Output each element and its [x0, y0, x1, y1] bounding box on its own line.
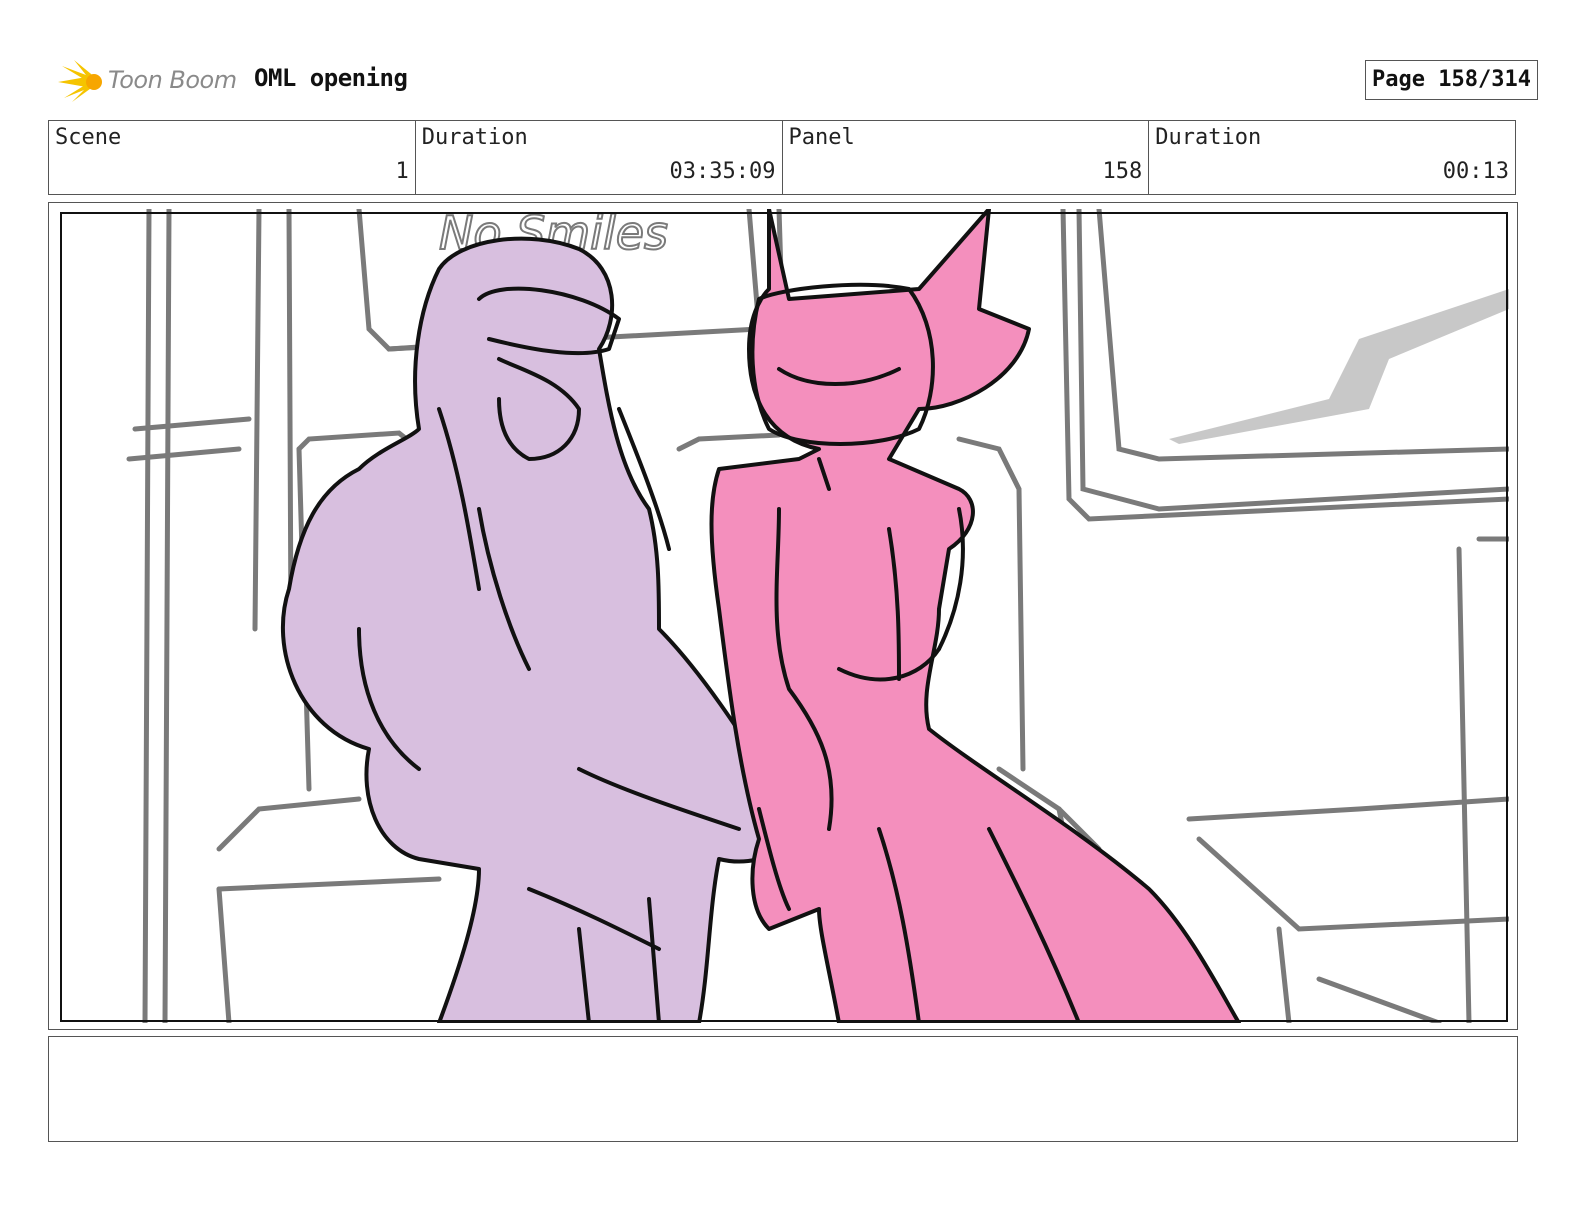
panel-value: 158 [1102, 159, 1143, 184]
scene-label: Scene [55, 125, 122, 150]
panel-cell: Panel 158 [783, 121, 1150, 194]
project-title: OML opening [254, 64, 408, 92]
sketch-drawing: No Smiles [59, 209, 1509, 1023]
page-number: Page 158/314 [1365, 60, 1538, 100]
page-header: Toon Boom OML opening Page 158/314 [48, 56, 1538, 106]
panel-artwork: No Smiles [59, 209, 1509, 1023]
panel-label: Panel [788, 125, 855, 150]
scene-value: 1 [395, 159, 409, 184]
storyboard-panel: No Smiles [48, 202, 1518, 1030]
scene-cell: Scene 1 [49, 121, 416, 194]
scene-duration-label: Duration [421, 125, 528, 150]
panel-duration-value: 00:13 [1442, 159, 1509, 184]
panel-notes [48, 1036, 1518, 1142]
logo-text: Toon Boom [108, 66, 237, 94]
scene-duration-cell: Duration 03:35:09 [416, 121, 783, 194]
panel-info-row: Scene 1 Duration 03:35:09 Panel 158 Dura… [48, 120, 1516, 195]
scene-duration-value: 03:35:09 [669, 159, 776, 184]
panel-duration-cell: Duration 00:13 [1149, 121, 1515, 194]
toon-boom-logo: Toon Boom [52, 58, 242, 104]
starburst-icon [58, 60, 102, 102]
panel-duration-label: Duration [1155, 125, 1262, 150]
